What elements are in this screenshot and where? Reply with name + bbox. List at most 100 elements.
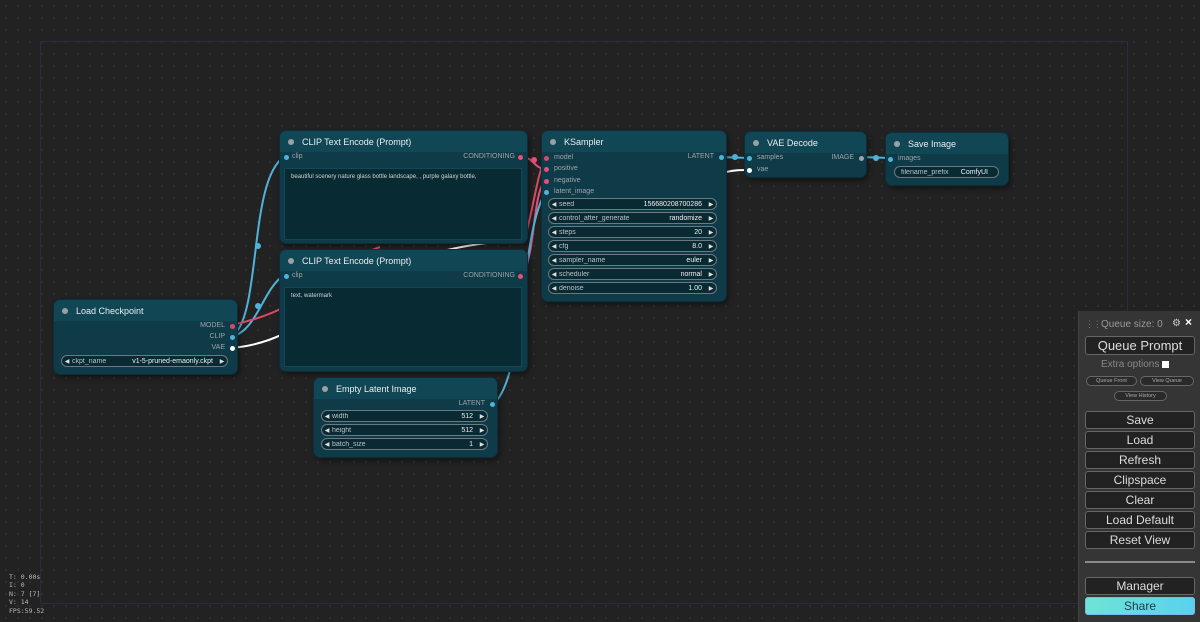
node-title[interactable]: Save Image (886, 133, 1008, 154)
queue-prompt-button[interactable]: Queue Prompt (1085, 336, 1195, 355)
widget-width[interactable]: ◀ width 512 ▶ (321, 410, 488, 422)
node-clip-text-encode-positive[interactable]: CLIP Text Encode (Prompt) clip CONDITION… (280, 131, 527, 243)
queue-front-button[interactable]: Queue Front (1086, 376, 1137, 386)
node-vae-decode[interactable]: VAE Decode samples vae IMAGE (745, 132, 866, 177)
share-button[interactable]: Share (1085, 597, 1195, 615)
prompt-text-area[interactable]: beautiful scenery nature glass bottle la… (284, 168, 522, 240)
widget-control-after-generate[interactable]: ◀ control_after_generate randomize ▶ (548, 212, 717, 224)
output-slot-conditioning[interactable]: CONDITIONING (463, 271, 523, 281)
load-default-button[interactable]: Load Default (1085, 511, 1195, 529)
decrement-arrow-icon[interactable]: ◀ (322, 441, 332, 448)
collapse-dot-icon[interactable] (62, 307, 68, 314)
slot-dot-icon[interactable] (888, 156, 893, 162)
manager-button[interactable]: Manager (1085, 577, 1195, 595)
slot-dot-icon[interactable] (230, 323, 235, 329)
extra-options-checkbox[interactable] (1162, 361, 1170, 368)
collapse-dot-icon[interactable] (322, 385, 328, 392)
slot-dot-icon[interactable] (719, 154, 724, 160)
decrement-arrow-icon[interactable]: ◀ (62, 358, 72, 365)
node-title[interactable]: CLIP Text Encode (Prompt) (280, 250, 527, 271)
increment-arrow-icon[interactable]: ▶ (706, 229, 716, 236)
node-title[interactable]: Empty Latent Image (314, 378, 497, 399)
view-history-button[interactable]: View History (1114, 391, 1167, 401)
input-slot-negative[interactable]: negative (544, 176, 580, 186)
increment-arrow-icon[interactable]: ▶ (706, 215, 716, 222)
input-slot-model[interactable]: model (544, 153, 573, 163)
output-slot-conditioning[interactable]: CONDITIONING (463, 152, 523, 162)
output-slot-model[interactable]: MODEL (200, 321, 235, 331)
widget-height[interactable]: ◀ height 512 ▶ (321, 424, 488, 436)
slot-dot-icon[interactable] (747, 155, 752, 161)
decrement-arrow-icon[interactable]: ◀ (549, 285, 559, 292)
increment-arrow-icon[interactable]: ▶ (706, 285, 716, 292)
slot-dot-icon[interactable] (859, 155, 864, 161)
widget-sampler-name[interactable]: ◀ sampler_name euler ▶ (548, 254, 717, 266)
link-midpoint[interactable] (732, 154, 738, 160)
output-slot-latent[interactable]: LATENT (688, 152, 724, 162)
link-midpoint[interactable] (531, 157, 537, 163)
decrement-arrow-icon[interactable]: ◀ (322, 427, 332, 434)
node-title[interactable]: CLIP Text Encode (Prompt) (280, 131, 527, 152)
node-empty-latent-image[interactable]: Empty Latent Image LATENT ◀ width 512 ▶ … (314, 378, 497, 457)
input-slot-latent-image[interactable]: latent_image (544, 187, 594, 197)
widget-denoise[interactable]: ◀ denoise 1.00 ▶ (548, 282, 717, 294)
widget-ckpt-name[interactable]: ◀ ckpt_name v1-5-pruned-emaonly.ckpt ▶ (61, 355, 228, 367)
input-slot-samples[interactable]: samples (747, 153, 783, 163)
widget-seed[interactable]: ◀ seed 156680208700286 ▶ (548, 198, 717, 210)
increment-arrow-icon[interactable]: ▶ (706, 257, 716, 264)
slot-dot-icon[interactable] (284, 154, 289, 160)
save-button[interactable]: Save (1085, 411, 1195, 429)
node-title[interactable]: VAE Decode (745, 132, 866, 153)
collapse-dot-icon[interactable] (288, 257, 294, 264)
link-midpoint[interactable] (255, 243, 261, 249)
view-queue-button[interactable]: View Queue (1140, 376, 1194, 386)
drag-handle-icon[interactable]: ⋮⋮ (1085, 319, 1102, 330)
slot-dot-icon[interactable] (544, 166, 549, 172)
decrement-arrow-icon[interactable]: ◀ (549, 229, 559, 236)
input-slot-clip[interactable]: clip (284, 152, 303, 162)
increment-arrow-icon[interactable]: ▶ (706, 243, 716, 250)
output-slot-latent[interactable]: LATENT (459, 399, 495, 409)
gear-icon[interactable]: ⚙ (1172, 318, 1181, 329)
node-title[interactable]: KSampler (542, 131, 726, 152)
widget-batch-size[interactable]: ◀ batch_size 1 ▶ (321, 438, 488, 450)
extra-options-row[interactable]: Extra options (1101, 359, 1170, 370)
increment-arrow-icon[interactable]: ▶ (706, 201, 716, 208)
collapse-dot-icon[interactable] (753, 139, 759, 146)
input-slot-images[interactable]: images (888, 154, 921, 164)
link-midpoint[interactable] (873, 155, 879, 161)
decrement-arrow-icon[interactable]: ◀ (549, 271, 559, 278)
input-slot-clip[interactable]: clip (284, 271, 303, 281)
output-slot-clip[interactable]: CLIP (209, 332, 235, 342)
collapse-dot-icon[interactable] (288, 138, 294, 145)
load-button[interactable]: Load (1085, 431, 1195, 449)
slot-dot-icon[interactable] (544, 189, 549, 195)
input-slot-positive[interactable]: positive (544, 164, 578, 174)
increment-arrow-icon[interactable]: ▶ (477, 413, 487, 420)
slot-dot-icon[interactable] (747, 167, 752, 173)
node-ksampler[interactable]: KSampler model positive negative latent_… (542, 131, 726, 301)
widget-filename-prefix[interactable]: filename_prefix ComfyUI (894, 166, 999, 178)
widget-cfg[interactable]: ◀ cfg 8.0 ▶ (548, 240, 717, 252)
slot-dot-icon[interactable] (544, 155, 549, 161)
reset-view-button[interactable]: Reset View (1085, 531, 1195, 549)
node-title[interactable]: Load Checkpoint (54, 300, 237, 321)
prompt-text-area[interactable]: text, watermark (284, 287, 522, 367)
increment-arrow-icon[interactable]: ▶ (217, 358, 227, 365)
output-slot-image[interactable]: IMAGE (831, 153, 864, 163)
slot-dot-icon[interactable] (490, 401, 495, 407)
widget-steps[interactable]: ◀ steps 20 ▶ (548, 226, 717, 238)
decrement-arrow-icon[interactable]: ◀ (549, 257, 559, 264)
decrement-arrow-icon[interactable]: ◀ (549, 243, 559, 250)
clipspace-button[interactable]: Clipspace (1085, 471, 1195, 489)
refresh-button[interactable]: Refresh (1085, 451, 1195, 469)
slot-dot-icon[interactable] (518, 273, 523, 279)
increment-arrow-icon[interactable]: ▶ (477, 427, 487, 434)
collapse-dot-icon[interactable] (894, 140, 900, 147)
node-load-checkpoint[interactable]: Load Checkpoint MODEL CLIP VAE ◀ ckpt_na… (54, 300, 237, 374)
node-clip-text-encode-negative[interactable]: CLIP Text Encode (Prompt) clip CONDITION… (280, 250, 527, 371)
widget-scheduler[interactable]: ◀ scheduler normal ▶ (548, 268, 717, 280)
increment-arrow-icon[interactable]: ▶ (477, 441, 487, 448)
slot-dot-icon[interactable] (544, 178, 549, 184)
collapse-dot-icon[interactable] (550, 138, 556, 145)
